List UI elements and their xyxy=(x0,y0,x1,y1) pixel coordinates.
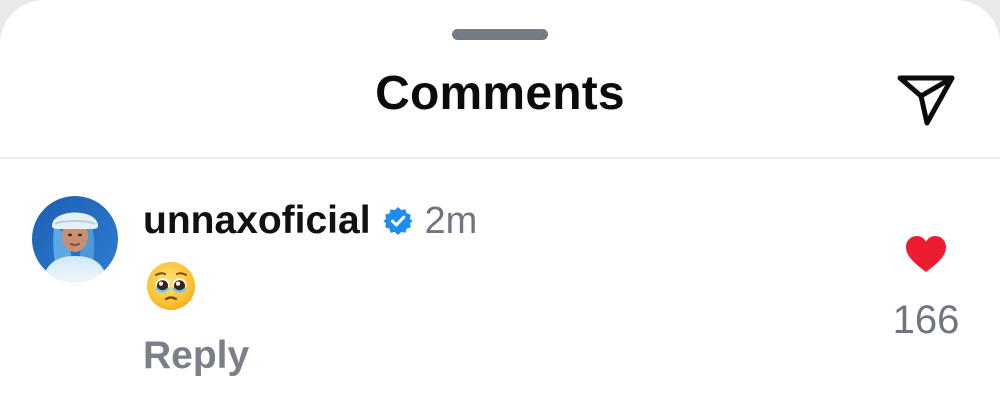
comment-header: unnaxoficial 2m xyxy=(143,196,477,246)
comment-timestamp: 2m xyxy=(424,199,478,242)
avatar[interactable] xyxy=(32,196,118,282)
avatar-image xyxy=(32,196,118,282)
comment-item: unnaxoficial 2m Reply 166 xyxy=(0,160,1000,412)
paper-plane-icon xyxy=(897,75,955,126)
pleading-face-emoji xyxy=(147,262,195,310)
verified-badge-icon xyxy=(382,206,413,236)
comments-sheet: Comments unnaxoficial 2m Reply 166 xyxy=(0,0,1000,412)
header-divider xyxy=(0,157,1000,159)
drag-handle[interactable] xyxy=(452,29,548,40)
comment-username[interactable]: unnaxoficial xyxy=(143,199,371,243)
comment-text: 🥹 xyxy=(145,260,197,324)
reply-button[interactable]: Reply xyxy=(143,334,249,378)
like-count: 166 xyxy=(892,298,960,342)
heart-filled-icon xyxy=(906,236,946,272)
share-button[interactable] xyxy=(890,68,962,132)
comments-header: Comments xyxy=(0,50,1000,156)
like-button[interactable] xyxy=(900,230,952,278)
page-title: Comments xyxy=(375,67,625,120)
